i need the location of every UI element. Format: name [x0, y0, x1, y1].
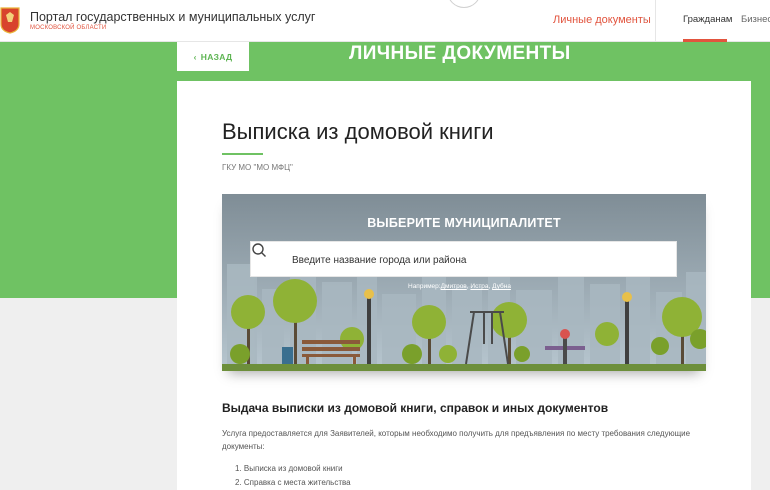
example-link-dmitrov[interactable]: Дмитров [441, 283, 467, 290]
back-button-label: НАЗАД [200, 51, 233, 62]
service-description: Услуга предоставляется для Заявителей, к… [222, 429, 691, 451]
municipality-banner: ВЫБЕРИТЕ МУНИЦИПАЛИТЕТ Например:Дмитров,… [222, 194, 706, 371]
active-tab-indicator [683, 39, 727, 42]
page-heading: ЛИЧНЫЕ ДОКУМЕНТЫ [349, 43, 571, 64]
chevron-left-icon: ‹ [193, 51, 197, 62]
search-icon [252, 243, 266, 257]
section-heading: Выдача выписки из домовой книги, справок… [222, 401, 609, 415]
back-button[interactable]: ‹ НАЗАД [177, 42, 249, 71]
municipality-search-input[interactable] [292, 250, 662, 270]
portal-subtitle: МОСКОВСКОЙ ОБЛАСТИ [30, 25, 107, 31]
municipality-search-box[interactable] [250, 241, 677, 277]
organization-name: ГКУ МО "МО МФЦ" [222, 163, 293, 172]
search-examples: Например:Дмитров, Истра, Дубна [408, 283, 511, 290]
portal-title[interactable]: Портал государственных и муниципальных у… [30, 10, 315, 24]
chevron-right-icon: › [643, 14, 647, 25]
municipality-title: ВЫБЕРИТЕ МУНИЦИПАЛИТЕТ [367, 216, 561, 230]
title-underline [222, 153, 263, 155]
example-link-istra[interactable]: Истра [470, 283, 488, 290]
list-item: 2. Справка с места жительства [235, 478, 351, 487]
header-divider [655, 0, 656, 42]
document-list: 1. Выписка из домовой книги 2. Справка с… [235, 462, 351, 490]
tab-citizens[interactable]: Гражданам [683, 14, 732, 25]
top-header: Портал государственных и муниципальных у… [0, 0, 770, 42]
coat-of-arms-logo[interactable] [0, 6, 20, 34]
personal-docs-link[interactable]: Личные документы [553, 14, 651, 26]
example-link-dubna[interactable]: Дубна [492, 283, 511, 290]
tab-business[interactable]: Бизнесу [741, 14, 770, 25]
list-item: 1. Выписка из домовой книги [235, 464, 343, 473]
examples-prefix: Например: [408, 283, 441, 290]
collapse-menu-handle[interactable]: ⌄ [447, 0, 481, 8]
service-title: Выписка из домовой книги [222, 119, 494, 144]
service-card: Выписка из домовой книги ГКУ МО "МО МФЦ" [177, 81, 751, 490]
